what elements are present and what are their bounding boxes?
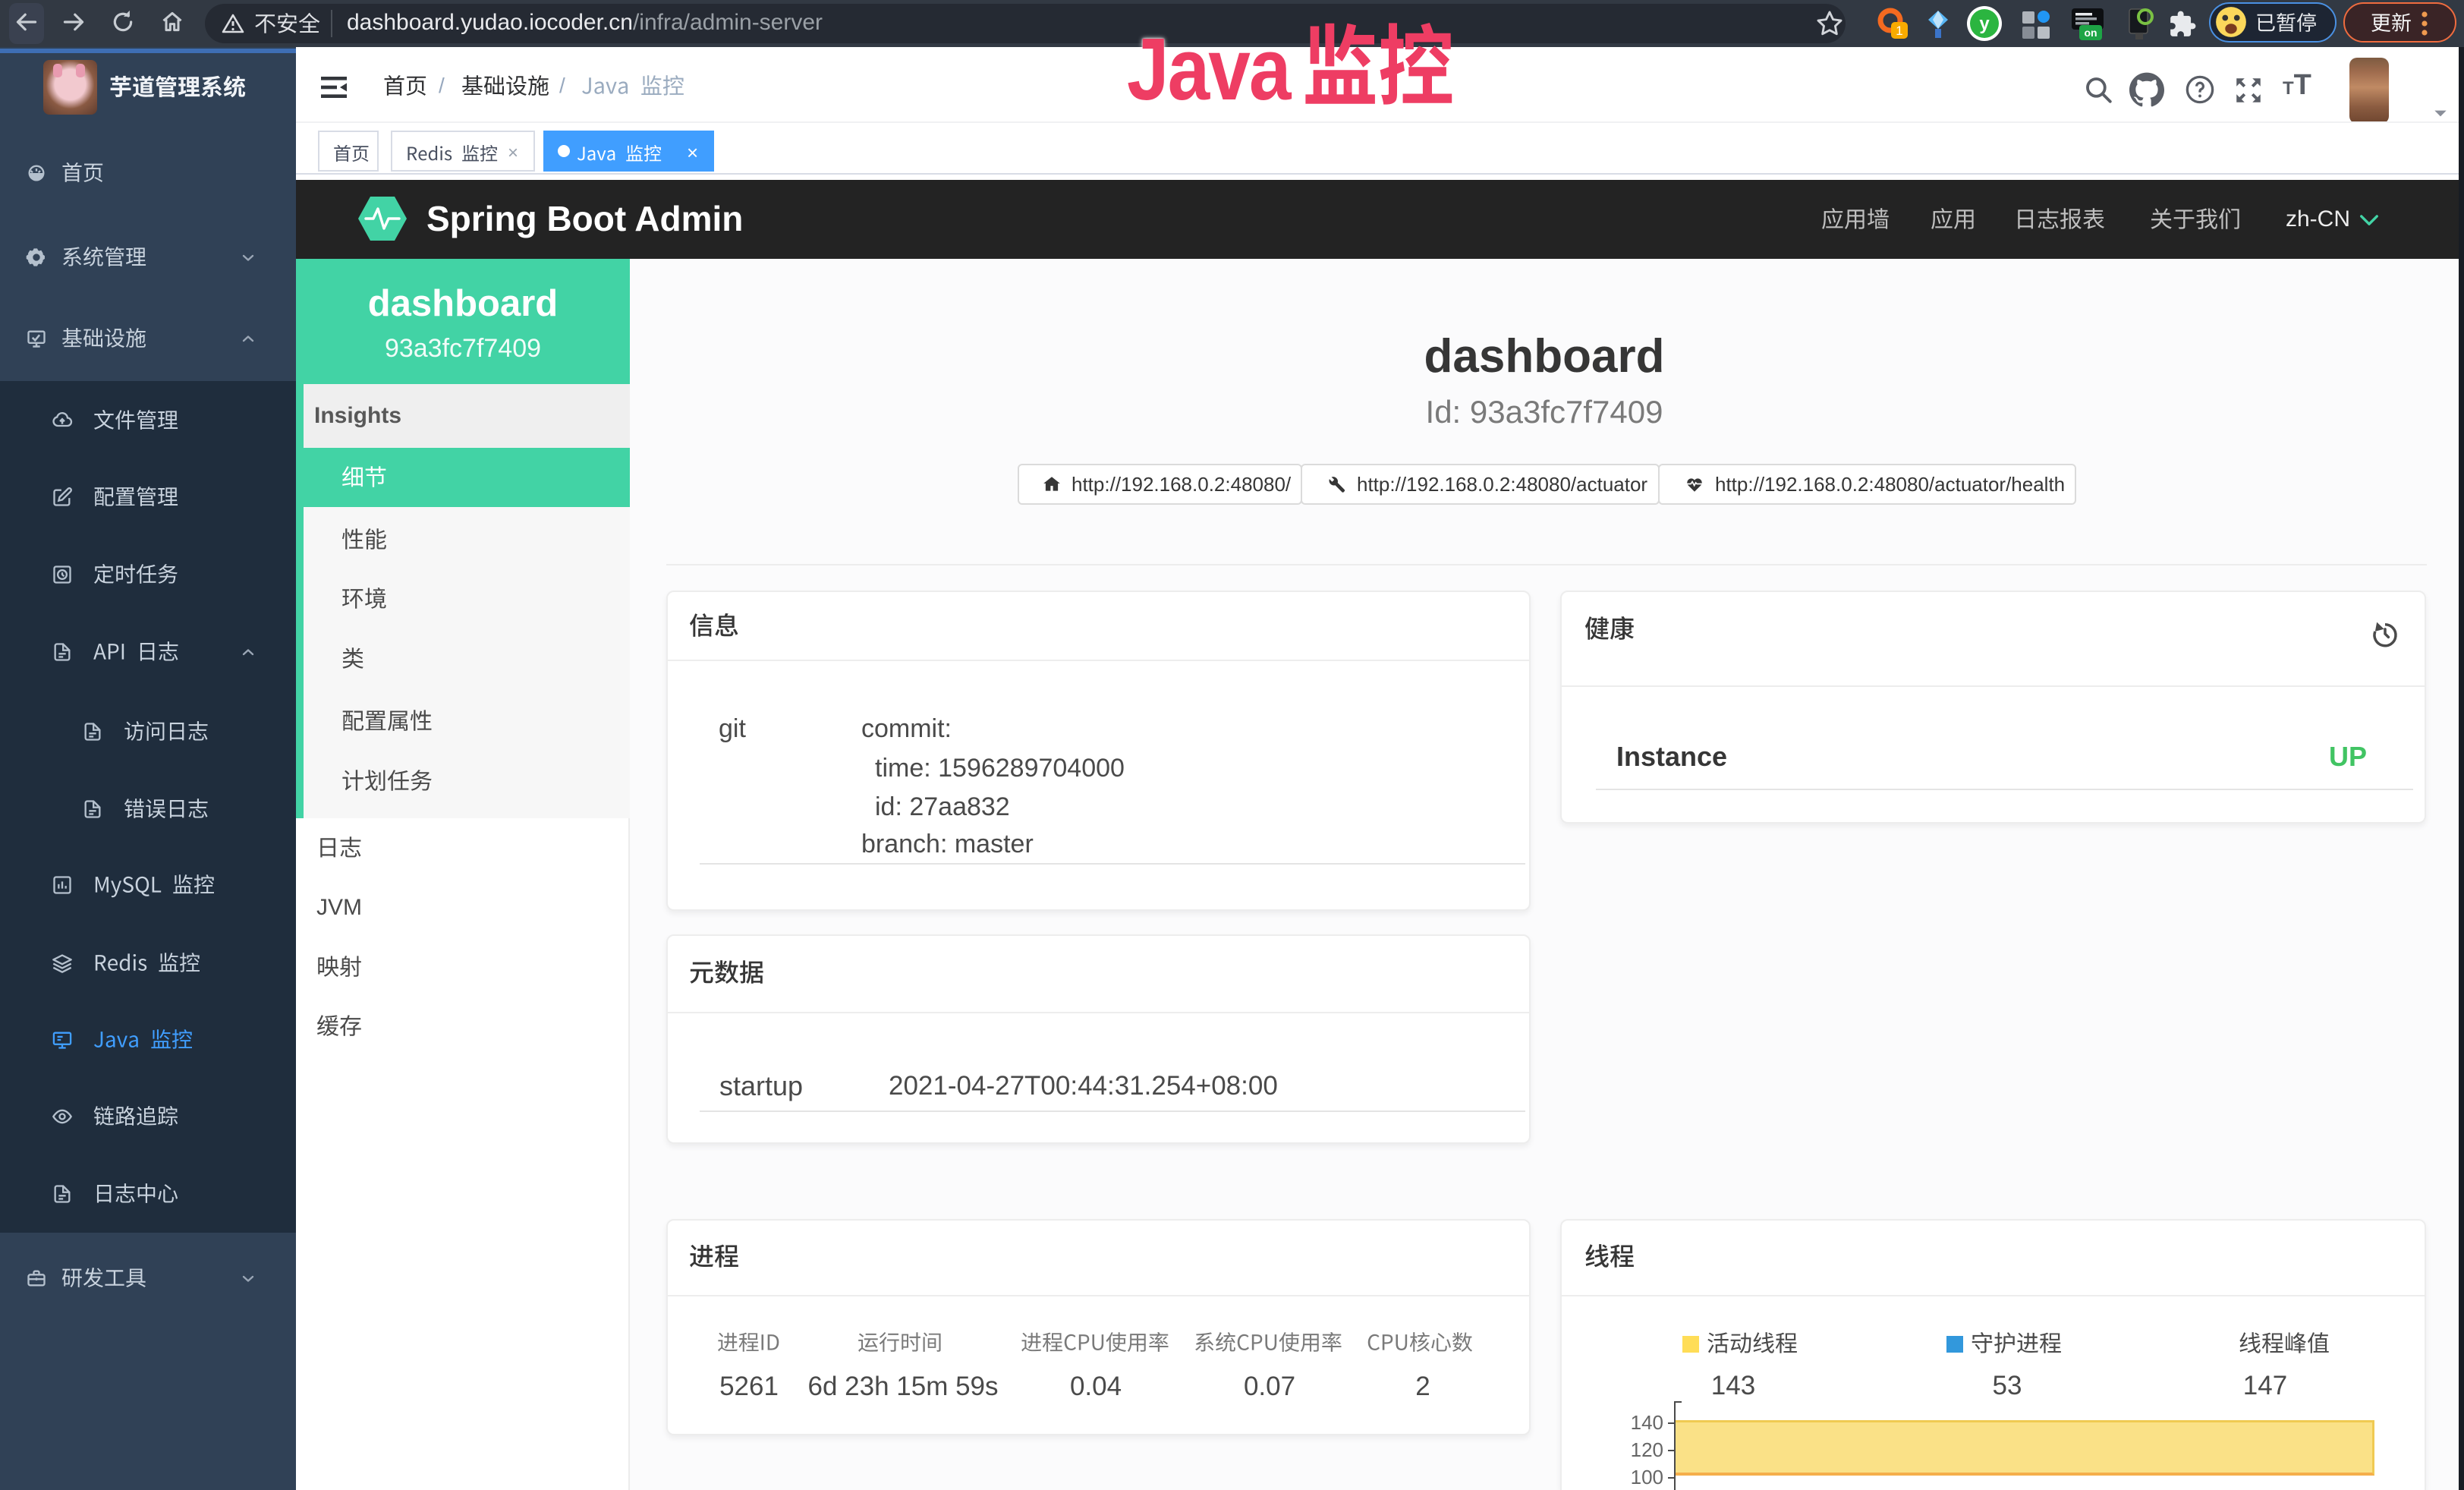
svg-text:1: 1	[1896, 24, 1902, 38]
svg-text:y: y	[1979, 14, 1990, 34]
svg-text:on: on	[2084, 27, 2097, 39]
